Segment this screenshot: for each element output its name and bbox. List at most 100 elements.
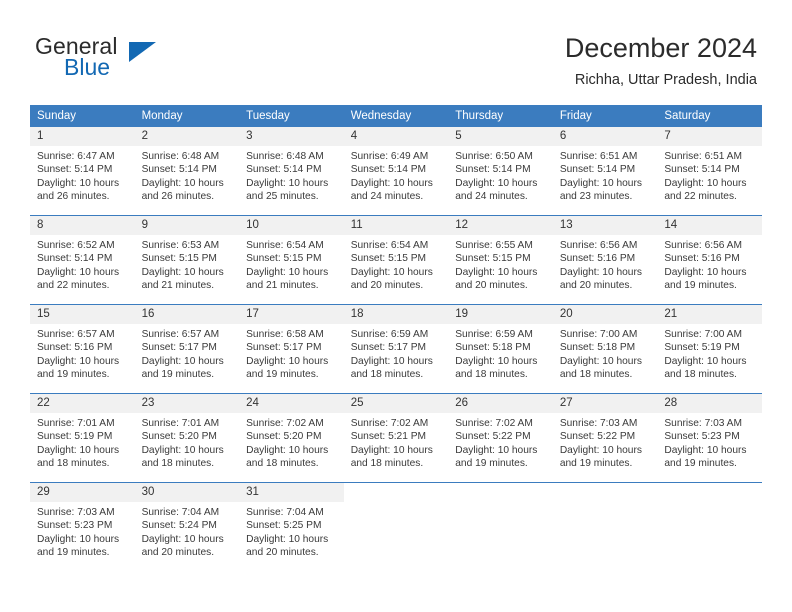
day-number: 29 <box>30 483 135 502</box>
weekday-header-wednesday: Wednesday <box>343 105 449 127</box>
daylight-duration-line-2: and 18 minutes. <box>37 458 110 470</box>
daylight-duration-line-2: and 26 minutes. <box>141 191 215 203</box>
day-details: Sunrise: 6:57 AM Sunset: 5:17 PM Daylight:… <box>135 324 240 382</box>
sunrise-time: Sunrise: 7:01 AM <box>37 418 115 429</box>
calendar-day-cell[interactable]: 14 Sunrise: 6:56 AM Sunset: 5:16 PM Dayligh… <box>657 216 762 305</box>
sunset-time: Sunset: 5:14 PM <box>246 164 322 176</box>
daylight-duration-line-1: Daylight: 10 hours <box>37 266 120 278</box>
daylight-duration-line-2: and 18 minutes. <box>664 369 737 381</box>
calendar-day-cell[interactable]: 12 Sunrise: 6:55 AM Sunset: 5:15 PM Dayligh… <box>448 216 553 305</box>
daylight-duration-line-2: and 19 minutes. <box>664 280 737 292</box>
triangle-logo-icon <box>129 42 156 62</box>
day-number: 3 <box>239 127 344 146</box>
day-cell-inner: 28 Sunrise: 7:03 AM Sunset: 5:23 PM Dayligh… <box>657 394 762 482</box>
calendar-day-cell[interactable]: 8 Sunrise: 6:52 AM Sunset: 5:14 PM Daylight… <box>30 216 135 305</box>
sunset-time: Sunset: 5:19 PM <box>664 342 740 354</box>
calendar-day-cell[interactable]: 20 Sunrise: 7:00 AM Sunset: 5:18 PM Dayligh… <box>552 305 658 394</box>
calendar-week-row: 29 Sunrise: 7:03 AM Sunset: 5:23 PM Dayligh… <box>30 483 762 572</box>
calendar-week-row: 15 Sunrise: 6:57 AM Sunset: 5:16 PM Dayligh… <box>30 305 762 394</box>
day-details: Sunrise: 6:48 AM Sunset: 5:14 PM Daylight:… <box>239 146 344 204</box>
calendar-day-cell[interactable]: 29 Sunrise: 7:03 AM Sunset: 5:23 PM Dayligh… <box>30 483 135 572</box>
sunset-time: Sunset: 5:17 PM <box>141 342 217 354</box>
day-cell-inner: 22 Sunrise: 7:01 AM Sunset: 5:19 PM Dayligh… <box>30 394 135 482</box>
day-cell-inner: 18 Sunrise: 6:59 AM Sunset: 5:17 PM Dayligh… <box>343 305 449 393</box>
day-number: 27 <box>552 394 658 413</box>
day-cell-inner: 9 Sunrise: 6:53 AM Sunset: 5:15 PM Daylight… <box>134 216 240 304</box>
calendar-day-cell[interactable]: 16 Sunrise: 6:57 AM Sunset: 5:17 PM Dayligh… <box>134 305 240 394</box>
sunrise-time: Sunrise: 6:47 AM <box>37 151 115 162</box>
calendar-day-cell[interactable]: 28 Sunrise: 7:03 AM Sunset: 5:23 PM Dayligh… <box>657 394 762 483</box>
day-cell-inner: 15 Sunrise: 6:57 AM Sunset: 5:16 PM Dayligh… <box>30 305 135 393</box>
daylight-duration-line-1: Daylight: 10 hours <box>664 355 747 367</box>
calendar-day-cell[interactable]: 2 Sunrise: 6:48 AM Sunset: 5:14 PM Daylight… <box>134 127 240 216</box>
daylight-duration-line-1: Daylight: 10 hours <box>455 177 538 189</box>
day-details: Sunrise: 6:59 AM Sunset: 5:18 PM Daylight:… <box>448 324 553 382</box>
day-cell-inner <box>448 483 553 571</box>
sunset-time: Sunset: 5:20 PM <box>141 431 217 443</box>
day-details <box>657 502 762 506</box>
calendar-day-cell[interactable]: 3 Sunrise: 6:48 AM Sunset: 5:14 PM Daylight… <box>239 127 344 216</box>
daylight-duration-line-2: and 23 minutes. <box>559 191 633 203</box>
calendar-day-cell[interactable]: 24 Sunrise: 7:02 AM Sunset: 5:20 PM Dayligh… <box>239 394 344 483</box>
day-number: 1 <box>30 127 135 146</box>
calendar-day-cell-empty <box>343 483 449 572</box>
calendar-day-cell[interactable]: 7 Sunrise: 6:51 AM Sunset: 5:14 PM Daylight… <box>657 127 762 216</box>
sunrise-time: Sunrise: 7:00 AM <box>664 329 742 340</box>
calendar-page: General Blue December 2024 Richha, Uttar… <box>0 0 792 612</box>
day-details: Sunrise: 7:01 AM Sunset: 5:19 PM Daylight:… <box>30 413 135 471</box>
daylight-duration-line-2: and 22 minutes. <box>37 280 110 292</box>
calendar-day-cell[interactable]: 11 Sunrise: 6:54 AM Sunset: 5:15 PM Dayligh… <box>343 216 449 305</box>
sunrise-time: Sunrise: 6:53 AM <box>141 240 220 251</box>
calendar-day-cell[interactable]: 23 Sunrise: 7:01 AM Sunset: 5:20 PM Dayligh… <box>134 394 240 483</box>
calendar-day-cell[interactable]: 21 Sunrise: 7:00 AM Sunset: 5:19 PM Dayligh… <box>657 305 762 394</box>
calendar-day-cell[interactable]: 31 Sunrise: 7:04 AM Sunset: 5:25 PM Dayligh… <box>239 483 344 572</box>
daylight-duration-line-1: Daylight: 10 hours <box>455 266 538 278</box>
page-title: December 2024 <box>564 33 757 63</box>
calendar-day-cell[interactable]: 18 Sunrise: 6:59 AM Sunset: 5:17 PM Dayligh… <box>343 305 449 394</box>
daylight-duration-line-1: Daylight: 10 hours <box>350 444 433 456</box>
day-number: 2 <box>134 127 240 146</box>
calendar-day-cell[interactable]: 19 Sunrise: 6:59 AM Sunset: 5:18 PM Dayligh… <box>448 305 553 394</box>
day-details: Sunrise: 6:58 AM Sunset: 5:17 PM Daylight:… <box>239 324 344 382</box>
calendar-day-cell[interactable]: 30 Sunrise: 7:04 AM Sunset: 5:24 PM Dayligh… <box>134 483 240 572</box>
general-blue-logo[interactable]: General Blue <box>35 35 215 87</box>
calendar-day-cell[interactable]: 27 Sunrise: 7:03 AM Sunset: 5:22 PM Dayligh… <box>552 394 658 483</box>
sunrise-time: Sunrise: 6:49 AM <box>350 151 429 162</box>
daylight-duration-line-2: and 24 minutes. <box>455 191 528 203</box>
sunset-time: Sunset: 5:22 PM <box>559 431 636 443</box>
sunset-time: Sunset: 5:18 PM <box>455 342 531 354</box>
calendar-day-cell[interactable]: 10 Sunrise: 6:54 AM Sunset: 5:15 PM Dayligh… <box>239 216 344 305</box>
day-cell-inner: 24 Sunrise: 7:02 AM Sunset: 5:20 PM Dayligh… <box>239 394 344 482</box>
daylight-duration-line-2: and 19 minutes. <box>455 458 528 470</box>
calendar-day-cell[interactable]: 25 Sunrise: 7:02 AM Sunset: 5:21 PM Dayligh… <box>343 394 449 483</box>
calendar-day-cell[interactable]: 26 Sunrise: 7:02 AM Sunset: 5:22 PM Dayligh… <box>448 394 553 483</box>
daylight-duration-line-1: Daylight: 10 hours <box>37 533 120 545</box>
calendar-week-row: 8 Sunrise: 6:52 AM Sunset: 5:14 PM Daylight… <box>30 216 762 305</box>
calendar-day-cell[interactable]: 1 Sunrise: 6:47 AM Sunset: 5:14 PM Daylight… <box>30 127 135 216</box>
day-details: Sunrise: 7:01 AM Sunset: 5:20 PM Daylight:… <box>135 413 240 471</box>
day-cell-inner <box>343 483 449 571</box>
calendar-day-cell[interactable]: 4 Sunrise: 6:49 AM Sunset: 5:14 PM Daylight… <box>343 127 449 216</box>
calendar-day-cell[interactable]: 13 Sunrise: 6:56 AM Sunset: 5:16 PM Dayligh… <box>552 216 658 305</box>
sunset-time: Sunset: 5:15 PM <box>350 253 427 265</box>
day-number: 23 <box>134 394 240 413</box>
sunset-time: Sunset: 5:21 PM <box>350 431 427 443</box>
daylight-duration-line-2: and 22 minutes. <box>664 191 737 203</box>
daylight-duration-line-1: Daylight: 10 hours <box>141 444 224 456</box>
calendar-day-cell[interactable]: 15 Sunrise: 6:57 AM Sunset: 5:16 PM Dayligh… <box>30 305 135 394</box>
calendar-day-cell[interactable]: 5 Sunrise: 6:50 AM Sunset: 5:14 PM Daylight… <box>448 127 553 216</box>
day-number: 5 <box>448 127 553 146</box>
calendar-day-cell[interactable]: 22 Sunrise: 7:01 AM Sunset: 5:19 PM Dayligh… <box>30 394 135 483</box>
day-cell-inner: 2 Sunrise: 6:48 AM Sunset: 5:14 PM Daylight… <box>134 127 240 215</box>
weekday-header-sunday: Sunday <box>30 105 135 127</box>
day-number: 13 <box>552 216 658 235</box>
sunset-time: Sunset: 5:14 PM <box>37 164 113 176</box>
calendar-day-cell[interactable]: 17 Sunrise: 6:58 AM Sunset: 5:17 PM Dayligh… <box>239 305 344 394</box>
day-cell-inner: 13 Sunrise: 6:56 AM Sunset: 5:16 PM Dayligh… <box>552 216 658 304</box>
daylight-duration-line-1: Daylight: 10 hours <box>246 355 329 367</box>
day-number: 16 <box>134 305 240 324</box>
calendar-day-cell[interactable]: 6 Sunrise: 6:51 AM Sunset: 5:14 PM Daylight… <box>552 127 658 216</box>
calendar-day-cell[interactable]: 9 Sunrise: 6:53 AM Sunset: 5:15 PM Daylight… <box>134 216 240 305</box>
day-number: 10 <box>239 216 344 235</box>
day-cell-inner: 25 Sunrise: 7:02 AM Sunset: 5:21 PM Dayligh… <box>343 394 449 482</box>
